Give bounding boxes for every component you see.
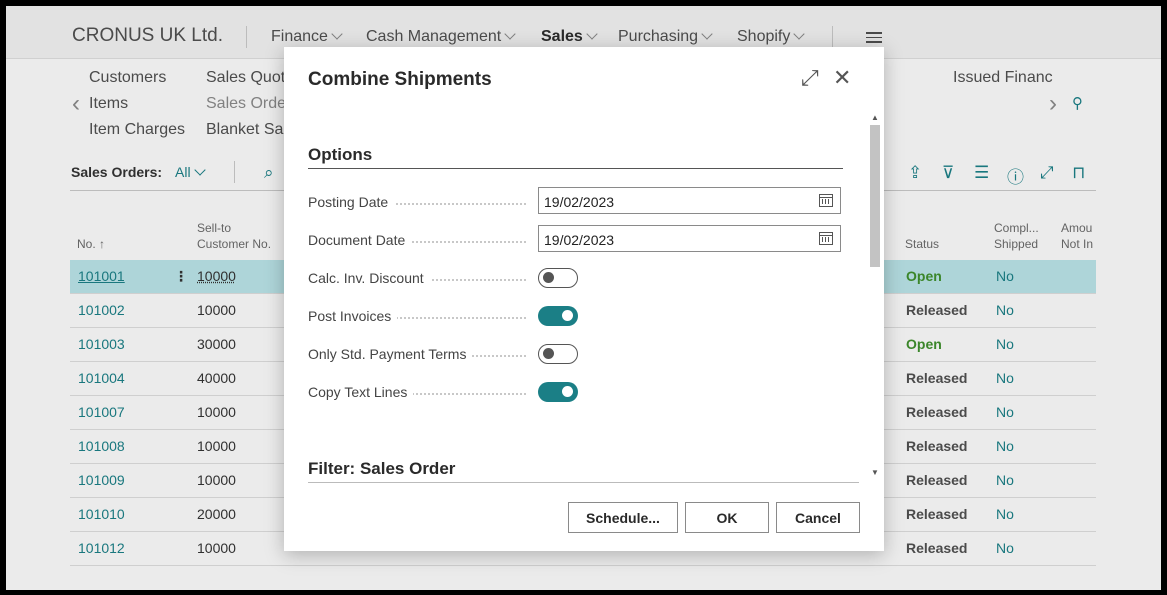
close-icon[interactable]: ✕ (833, 65, 851, 91)
posting-date-input[interactable]: 19/02/2023 (538, 187, 841, 214)
scroll-up-icon[interactable]: ▲ (871, 113, 879, 122)
toggle-switch[interactable] (538, 344, 578, 364)
cancel-button[interactable]: Cancel (776, 502, 860, 533)
toggle-knob (543, 348, 554, 359)
section-divider (308, 168, 843, 169)
toggle-knob (562, 310, 573, 321)
toggle-label: Copy Text Lines (308, 384, 526, 400)
document-date-input[interactable]: 19/02/2023 (538, 225, 841, 252)
ok-button[interactable]: OK (685, 502, 769, 533)
scrollbar-thumb[interactable] (870, 125, 880, 267)
toggle-label: Calc. Inv. Discount (308, 270, 526, 286)
scroll-down-icon[interactable]: ▼ (871, 468, 879, 477)
toggle-switch[interactable] (538, 306, 578, 326)
posting-date-label: Posting Date (308, 194, 526, 210)
combine-shipments-dialog: Combine Shipments ⤢ ✕ Options Posting Da… (284, 47, 884, 551)
filter-heading: Filter: Sales Order (308, 459, 456, 478)
expand-icon[interactable]: ⤢ (801, 65, 819, 91)
options-heading: Options (308, 145, 373, 164)
toggle-switch[interactable] (538, 268, 578, 288)
calendar-icon[interactable] (819, 232, 833, 245)
section-divider (308, 482, 859, 483)
app-window: CRONUS UK Ltd. Finance Cash Management S… (6, 6, 1161, 590)
schedule-button[interactable]: Schedule... (568, 502, 678, 533)
toggle-knob (543, 272, 554, 283)
dialog-title: Combine Shipments (308, 69, 492, 90)
calendar-icon[interactable] (819, 194, 833, 207)
toggle-knob (562, 386, 573, 397)
document-date-label: Document Date (308, 232, 526, 248)
toggle-label: Only Std. Payment Terms (308, 346, 526, 362)
toggle-label: Post Invoices (308, 308, 526, 324)
toggle-switch[interactable] (538, 382, 578, 402)
